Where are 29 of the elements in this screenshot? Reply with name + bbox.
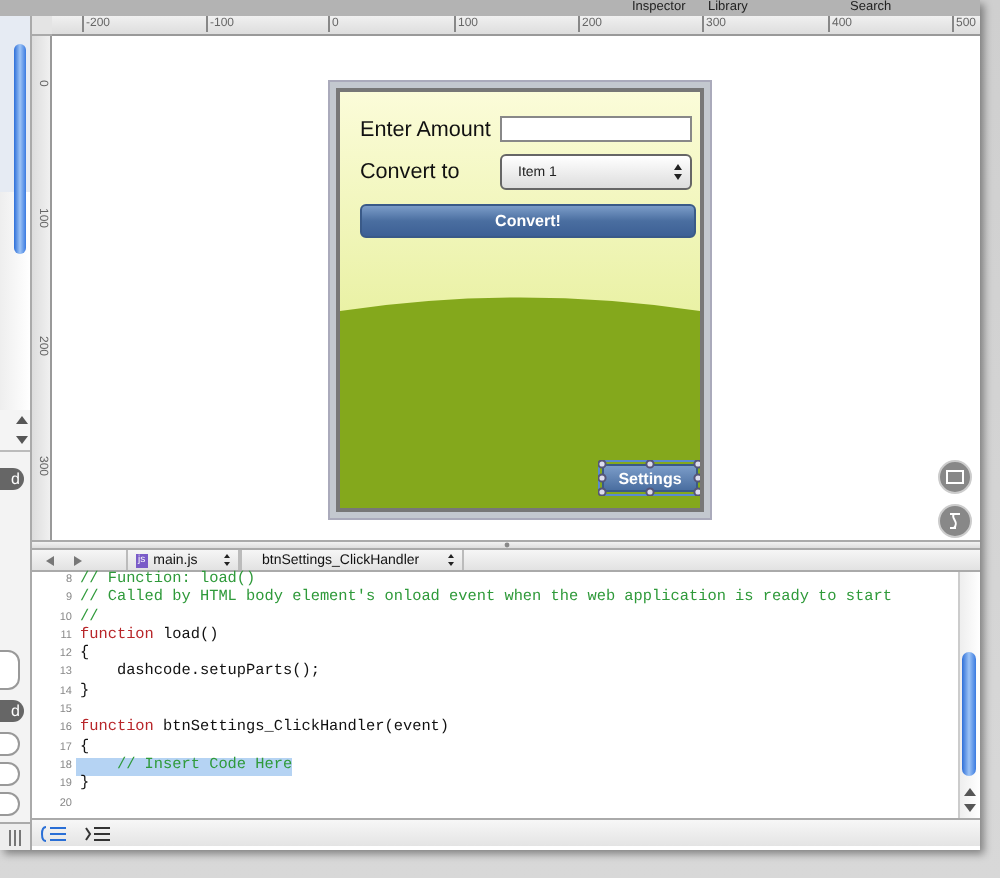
scrollbar-thumb[interactable] [14, 44, 26, 254]
back-arrow-icon[interactable] [46, 555, 54, 565]
grip-dot-icon [503, 542, 509, 548]
code-list-icon[interactable] [84, 825, 112, 841]
scrollbar-thumb[interactable] [962, 652, 976, 776]
settings-button[interactable]: Settings [602, 464, 698, 492]
field-label: Convert to [360, 160, 462, 184]
code-outline-icon[interactable] [40, 825, 68, 841]
splitter[interactable] [32, 540, 980, 550]
convert-button[interactable]: Convert! [360, 204, 696, 238]
dropdown-arrows-icon [674, 164, 682, 180]
sidebar-badge: d [0, 468, 24, 490]
flip-icon[interactable] [938, 504, 972, 538]
dropdown-arrows-icon [448, 554, 454, 566]
info-icon[interactable] [938, 460, 972, 494]
forward-arrow-icon[interactable] [74, 555, 82, 565]
sidebar-badge: d [0, 700, 24, 722]
sidebar-button[interactable] [0, 650, 20, 690]
amount-field[interactable] [500, 116, 692, 142]
scroll-arrows-icon[interactable] [964, 788, 976, 812]
dropdown-arrows-icon [224, 554, 230, 566]
field-label: Enter Amount [360, 117, 493, 141]
selection-handles-icon [598, 460, 700, 496]
sidebar-button[interactable] [0, 762, 20, 786]
sidebar-button[interactable] [0, 792, 20, 816]
sidebar-button[interactable] [0, 732, 20, 756]
scroll-arrows-icon[interactable] [16, 416, 28, 445]
scrollbar-buttons[interactable] [0, 410, 30, 452]
resize-grip-icon[interactable] [8, 829, 22, 845]
